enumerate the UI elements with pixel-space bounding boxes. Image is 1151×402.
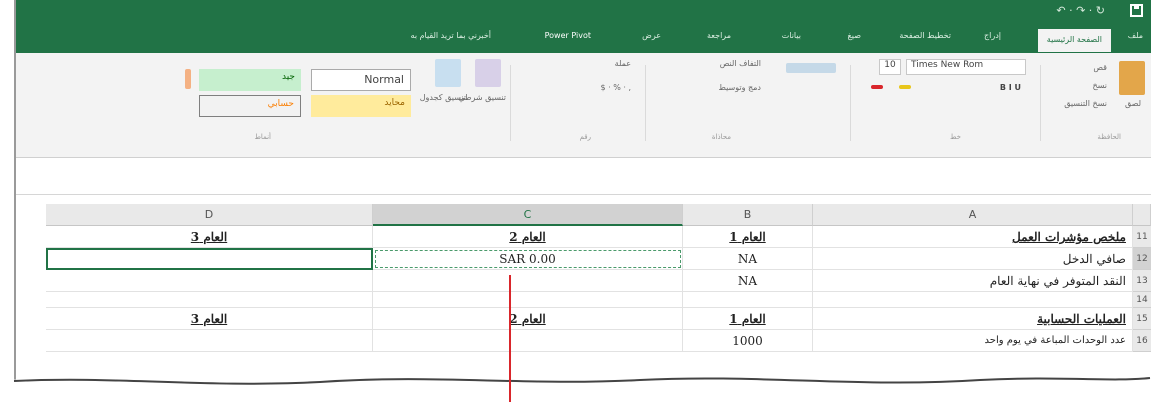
cell-d15[interactable]: العام 3: [46, 308, 373, 330]
merge-center-button[interactable]: دمج وتوسيط: [719, 83, 762, 92]
row-header[interactable]: 14: [1133, 292, 1151, 308]
excel-window: ↶ · ↷ · ↻ ملف الصفحة الرئيسية إدراج تخطي…: [14, 0, 1151, 388]
font-color-icon[interactable]: [871, 85, 883, 89]
tab-view[interactable]: عرض: [642, 31, 661, 40]
ribbon-tabs: ملف الصفحة الرئيسية إدراج تخطيط الصفحة ص…: [16, 24, 1151, 53]
number-group-label: رقم: [579, 133, 591, 141]
cell-d12[interactable]: [46, 248, 373, 270]
row-header[interactable]: 11: [1133, 226, 1151, 248]
cell-c11[interactable]: العام 2: [373, 226, 683, 248]
column-header-c[interactable]: C: [373, 204, 683, 226]
alignment-group-label: محاذاة: [711, 133, 731, 141]
currency-percent-buttons[interactable]: $ · % · ,: [601, 83, 632, 92]
tab-power-pivot[interactable]: Power Pivot: [545, 31, 591, 40]
quick-access-toolbar[interactable]: ↶ · ↷ · ↻: [1056, 4, 1105, 17]
font-size-select[interactable]: 10: [879, 59, 901, 75]
cell-b13[interactable]: NA: [683, 270, 813, 292]
cell-a15[interactable]: العمليات الحسابية: [813, 308, 1133, 330]
paste-label[interactable]: لصق: [1125, 99, 1141, 108]
row-header[interactable]: 13: [1133, 270, 1151, 292]
tab-formulas[interactable]: صيغ: [848, 31, 861, 40]
title-bar: ↶ · ↷ · ↻: [16, 0, 1151, 24]
cell-c15[interactable]: العام 2: [373, 308, 683, 330]
cell-b15[interactable]: العام 1: [683, 308, 813, 330]
cell-d13[interactable]: [46, 270, 373, 292]
bold-italic-underline[interactable]: B I U: [1000, 83, 1021, 92]
divider: [1040, 65, 1041, 141]
cell-a14[interactable]: [813, 292, 1133, 308]
cell-b14[interactable]: [683, 292, 813, 308]
save-icon[interactable]: [1130, 4, 1143, 17]
cell-d14[interactable]: [46, 292, 373, 308]
cell-a11[interactable]: ملخص مؤشرات العمل: [813, 226, 1133, 248]
tab-insert[interactable]: إدراج: [984, 31, 1001, 40]
row-header[interactable]: 16: [1133, 330, 1151, 352]
style-gallery-edge[interactable]: [185, 69, 191, 89]
font-name-select[interactable]: Times New Rom: [906, 59, 1026, 75]
style-good[interactable]: جيد: [199, 69, 301, 91]
cell-a13[interactable]: النقد المتوفر في نهاية العام: [813, 270, 1133, 292]
row-header[interactable]: 12: [1133, 248, 1151, 270]
cell-d16[interactable]: [46, 330, 373, 352]
font-group-label: خط: [950, 133, 961, 141]
cell-a12[interactable]: صافي الدخل: [813, 248, 1133, 270]
tab-file[interactable]: ملف: [1128, 31, 1143, 40]
spreadsheet-grid: D C B A 11 العام 3 العام 2 العام 1 ملخص …: [16, 204, 1151, 388]
style-neutral[interactable]: محايد: [311, 95, 411, 117]
ribbon: لصق قص نسخ نسخ التنسيق الحافظة Times New…: [16, 53, 1151, 158]
tell-me-box[interactable]: أخبرني بما تريد القيام به: [411, 31, 491, 40]
cell-c13[interactable]: [373, 270, 683, 292]
cell-d11[interactable]: العام 3: [46, 226, 373, 248]
number-format-select[interactable]: عملة: [615, 59, 631, 68]
annotation-pointer-line: [509, 275, 511, 402]
cell-c14[interactable]: [373, 292, 683, 308]
cell-c16[interactable]: [373, 330, 683, 352]
row-header[interactable]: 15: [1133, 308, 1151, 330]
format-table-icon[interactable]: [435, 59, 461, 87]
format-painter-button[interactable]: نسخ التنسيق: [1064, 99, 1107, 108]
align-icon[interactable]: [786, 63, 836, 73]
cell-b12[interactable]: NA: [683, 248, 813, 270]
style-calculation[interactable]: حسابي: [199, 95, 301, 117]
divider: [645, 65, 646, 141]
column-header-d[interactable]: D: [46, 204, 373, 226]
conditional-format-icon[interactable]: [475, 59, 501, 87]
column-header-b[interactable]: B: [683, 204, 813, 226]
copy-button[interactable]: نسخ: [1092, 81, 1107, 90]
formula-bar[interactable]: [16, 158, 1151, 195]
style-normal[interactable]: Normal: [311, 69, 411, 91]
cell-b11[interactable]: العام 1: [683, 226, 813, 248]
paste-icon[interactable]: [1119, 61, 1145, 95]
styles-group-label: أنماط: [254, 133, 271, 141]
select-all-corner[interactable]: [1133, 204, 1151, 226]
divider: [510, 65, 511, 141]
column-header-a[interactable]: A: [813, 204, 1133, 226]
cell-a16[interactable]: عدد الوحدات المباعة في يوم واحد: [813, 330, 1133, 352]
divider: [850, 65, 851, 141]
tab-home[interactable]: الصفحة الرئيسية: [1037, 29, 1111, 52]
fill-color-icon[interactable]: [899, 85, 911, 89]
tab-data[interactable]: بيانات: [782, 31, 801, 40]
cell-c12[interactable]: SAR 0.00: [373, 248, 683, 270]
format-table-button[interactable]: تنسيق كجدول: [420, 93, 466, 102]
tab-page-layout[interactable]: تخطيط الصفحة: [899, 31, 951, 40]
cut-button[interactable]: قص: [1093, 63, 1107, 72]
wrap-text-button[interactable]: التفاف النص: [720, 59, 761, 68]
clipboard-group-label: الحافظة: [1097, 133, 1121, 141]
cell-b16[interactable]: 1000: [683, 330, 813, 352]
tab-review[interactable]: مراجعة: [707, 31, 731, 40]
